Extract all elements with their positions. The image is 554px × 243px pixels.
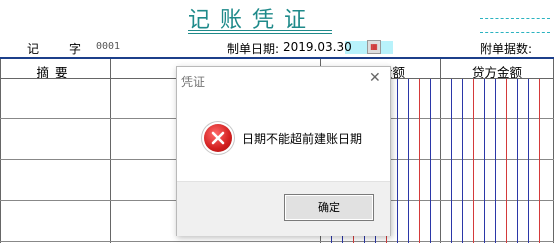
voucher-title: 记账凭证 xyxy=(188,8,317,33)
title-underline xyxy=(188,30,332,31)
date-label: 制单日期: xyxy=(227,42,280,56)
grid-top-border xyxy=(0,57,554,59)
voucher-char-label: 字 xyxy=(69,42,82,56)
date-value[interactable]: 2019.03.30 xyxy=(283,40,352,54)
voucher-number[interactable]: 0001 xyxy=(96,41,120,52)
column-divider xyxy=(0,59,1,243)
digit-line xyxy=(539,79,540,243)
digit-line xyxy=(528,79,529,243)
column-divider xyxy=(110,59,111,243)
error-icon xyxy=(204,124,232,152)
digit-line xyxy=(397,79,398,243)
dialog-message: 日期不能超前建账日期 xyxy=(242,132,363,146)
dashed-line xyxy=(480,32,550,33)
title-underline-2 xyxy=(188,33,332,34)
digit-line xyxy=(462,79,463,243)
digit-line xyxy=(473,79,474,243)
calendar-icon[interactable]: ▦ xyxy=(367,40,381,54)
digit-line xyxy=(484,79,485,243)
digit-line xyxy=(408,79,409,243)
ok-button[interactable]: 确定 xyxy=(284,194,374,221)
header-summary: 摘要 xyxy=(36,65,74,80)
close-icon[interactable]: ✕ xyxy=(369,70,381,86)
digit-line xyxy=(419,79,420,243)
dialog-title: 凭证 xyxy=(181,75,206,89)
row-divider xyxy=(0,241,554,242)
digit-line xyxy=(517,79,518,243)
error-dialog: 凭证 ✕ 日期不能超前建账日期 确定 xyxy=(176,66,391,236)
dashed-line xyxy=(480,18,550,19)
digit-line xyxy=(451,79,452,243)
digit-line xyxy=(506,79,507,243)
voucher-type-label[interactable]: 记 xyxy=(27,40,39,57)
attachments-label: 附单据数: xyxy=(480,42,533,56)
digit-line xyxy=(495,79,496,243)
column-divider xyxy=(440,59,441,243)
header-credit: 贷方金额 xyxy=(471,65,522,80)
digit-line xyxy=(430,79,431,243)
